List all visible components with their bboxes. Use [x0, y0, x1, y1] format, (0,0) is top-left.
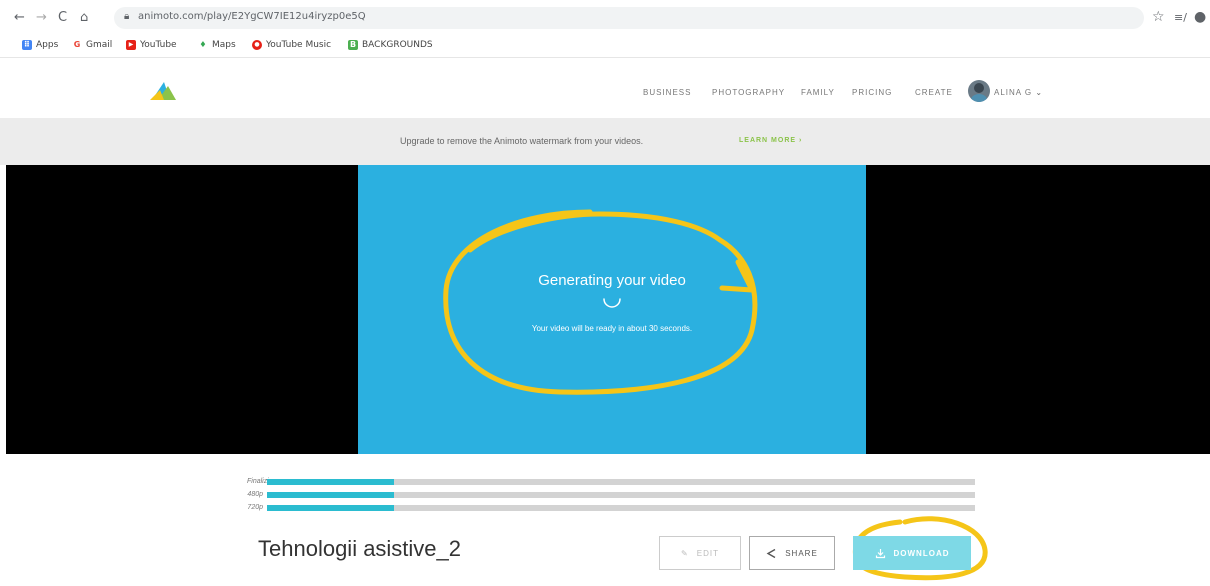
- nav-pricing[interactable]: PRICING: [852, 88, 892, 97]
- profile-icon[interactable]: ●: [1194, 9, 1206, 25]
- bookmark-label: BACKGROUNDS: [362, 40, 433, 50]
- chevron-down-icon: ⌄: [1035, 88, 1044, 97]
- back-icon[interactable]: ←: [14, 10, 25, 25]
- progress-label: Finalizing: [247, 478, 277, 485]
- bookmark-label: YouTube Music: [266, 40, 332, 50]
- lock-icon: 🔒︎: [124, 11, 130, 22]
- bookmark-backgrounds[interactable]: B BACKGROUNDS: [348, 40, 433, 50]
- reading-list-icon[interactable]: ≡/: [1174, 11, 1187, 24]
- bookmark-star-icon[interactable]: ☆: [1152, 9, 1165, 25]
- download-label: DOWNLOAD: [893, 548, 950, 558]
- nav-family[interactable]: FAMILY: [801, 88, 835, 97]
- bookmark-youtube[interactable]: ▶ YouTube: [126, 40, 177, 50]
- download-button[interactable]: DOWNLOAD: [853, 536, 971, 570]
- nav-business[interactable]: BUSINESS: [643, 88, 691, 97]
- forward-icon[interactable]: →: [36, 10, 47, 25]
- download-icon: [875, 548, 885, 558]
- google-icon: G: [72, 40, 82, 50]
- apps-grid-icon: ⠿: [22, 40, 32, 50]
- animoto-logo-icon[interactable]: [148, 80, 178, 102]
- address-bar[interactable]: 🔒︎ animoto.com/play/E2YgCW7IE12u4iryzp0e…: [114, 7, 1144, 29]
- progress-fill: [267, 505, 395, 511]
- share-icon: [766, 548, 776, 558]
- url-text[interactable]: animoto.com/play/E2YgCW7IE12u4iryzp0e5Q: [138, 11, 366, 22]
- progress-label: 720p: [247, 504, 263, 511]
- nav-create[interactable]: CREATE: [915, 88, 953, 97]
- upgrade-banner: Upgrade to remove the Animoto watermark …: [0, 118, 1210, 165]
- user-menu[interactable]: ALINA G ⌄: [994, 88, 1043, 97]
- youtube-music-icon: ●: [252, 40, 262, 50]
- loading-spinner-icon: [603, 298, 621, 308]
- nav-photography[interactable]: PHOTOGRAPHY: [712, 88, 785, 97]
- banner-text: Upgrade to remove the Animoto watermark …: [400, 136, 644, 146]
- edit-label: EDIT: [696, 548, 719, 558]
- progress-track: [267, 479, 975, 485]
- generating-subtitle: Your video will be ready in about 30 sec…: [531, 324, 693, 333]
- bookmark-label: Gmail: [86, 40, 113, 50]
- bookmark-maps[interactable]: ♦ Maps: [198, 40, 236, 50]
- avatar[interactable]: [968, 80, 990, 102]
- progress-track: [267, 505, 975, 511]
- pencil-icon: ✎: [681, 548, 689, 558]
- bookmark-label: Maps: [212, 40, 236, 50]
- progress-track: [267, 492, 975, 498]
- share-label: SHARE: [785, 548, 818, 558]
- reload-icon[interactable]: C: [58, 10, 67, 25]
- progress-fill: [267, 492, 395, 498]
- progress-label: 480p: [247, 491, 263, 498]
- bookmark-gmail[interactable]: G Gmail: [72, 40, 112, 50]
- progress-480p: 480p: [247, 491, 975, 499]
- progress-finalizing: Finalizing: [247, 478, 975, 486]
- user-name: ALINA G: [994, 88, 1033, 97]
- bookmark-apps[interactable]: ⠿ Apps: [22, 40, 58, 50]
- video-preview: Generating your video Your video will be…: [358, 165, 866, 454]
- bookmark-youtube-music[interactable]: ● YouTube Music: [252, 40, 331, 50]
- bookmark-label: Apps: [36, 40, 59, 50]
- maps-pin-icon: ♦: [198, 40, 208, 50]
- site-header: BUSINESS PHOTOGRAPHY FAMILY PRICING CREA…: [0, 58, 1210, 116]
- video-title: Tehnologii asistive_2: [258, 536, 462, 561]
- learn-more-link[interactable]: LEARN MORE ›: [739, 137, 802, 144]
- bookmark-label: YouTube: [140, 40, 177, 50]
- youtube-icon: ▶: [126, 40, 136, 50]
- browser-toolbar: ← → C ⌂ 🔒︎ animoto.com/play/E2YgCW7IE12u…: [0, 0, 1210, 36]
- progress-fill: [267, 479, 395, 485]
- progress-720p: 720p: [247, 504, 975, 512]
- edit-button[interactable]: ✎ EDIT: [659, 536, 741, 570]
- bookmark-page-icon: B: [348, 40, 358, 50]
- share-button[interactable]: SHARE: [749, 536, 835, 570]
- bookmarks-bar: ⠿ Apps G Gmail ▶ YouTube ♦ Maps ● YouTub…: [0, 36, 1210, 58]
- home-icon[interactable]: ⌂: [80, 10, 88, 25]
- generating-title: Generating your video: [538, 272, 686, 289]
